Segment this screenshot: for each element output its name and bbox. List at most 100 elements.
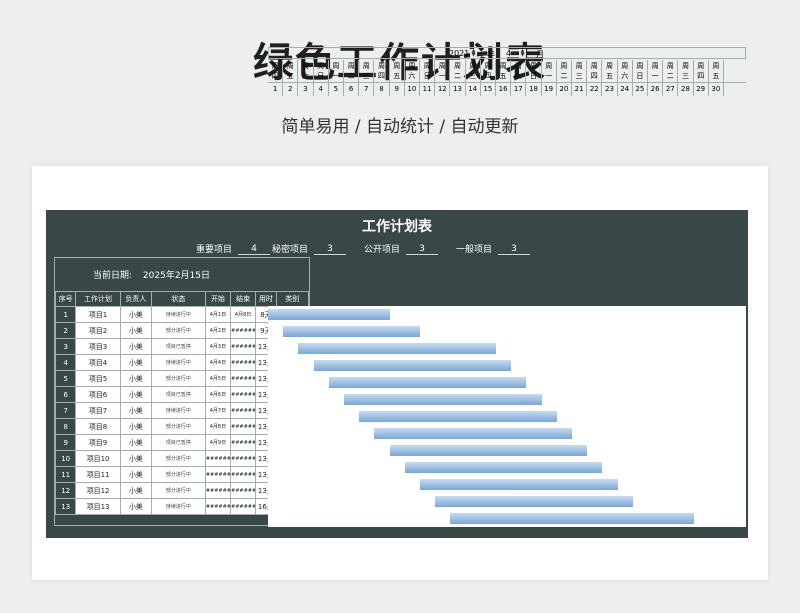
task-start[interactable]: ###### [204,450,232,467]
day-cell: 19 [542,83,557,96]
table-header: 序号 工作计划 负责人 状态 开始 结束 用时 类别 [54,291,310,307]
task-owner[interactable]: 小美 [119,434,152,451]
seq[interactable]: 9 [54,434,77,451]
task-name[interactable]: 项目4 [75,354,121,371]
task-status[interactable]: 项目已暂停 [150,338,206,355]
task-owner[interactable]: 小美 [119,354,152,371]
task-end[interactable]: ###### [230,338,257,355]
seq[interactable]: 3 [54,338,77,355]
task-start[interactable]: 4月7日 [204,402,232,419]
task-end[interactable]: ###### [230,466,257,483]
task-status[interactable]: 持续进行中 [150,402,206,419]
task-status[interactable]: 部分进行中 [150,370,206,387]
summary-value[interactable]: 3 [498,244,531,255]
task-start[interactable]: 4月5日 [204,370,232,387]
seq[interactable]: 1 [54,306,77,323]
task-name[interactable]: 项目12 [75,482,121,499]
seq[interactable]: 4 [54,354,77,371]
task-owner[interactable]: 小美 [119,370,152,387]
column-header: 类别 [275,291,310,307]
task-status[interactable]: 持续进行中 [150,306,206,323]
summary-label: 一般项目 [456,245,493,255]
seq[interactable]: 6 [54,386,77,403]
weekday-char: 四 [271,72,279,80]
summary-value[interactable]: 4 [238,244,271,255]
seq[interactable]: 8 [54,418,77,435]
task-end[interactable]: 4月8日 [230,306,257,323]
task-end[interactable]: ###### [230,498,257,515]
task-start[interactable]: 4月4日 [204,354,232,371]
day-cell: 9 [390,83,405,96]
task-start[interactable]: ###### [204,466,232,483]
task-status[interactable]: 持续进行中 [150,498,206,515]
summary-secret: 秘密项目 3 [272,242,347,255]
summary-value[interactable]: 3 [406,244,439,255]
weekday-cell: 周三 [359,60,375,82]
task-status[interactable]: 部分进行中 [150,322,206,339]
summary-value[interactable]: 3 [314,244,347,255]
year-spinner-icon[interactable]: ▲ ▼ [470,49,477,58]
task-end[interactable]: ###### [230,370,257,387]
task-start[interactable]: 4月2日 [204,322,232,339]
task-start[interactable]: 4月1日 [204,306,232,323]
seq[interactable]: 13 [54,498,77,515]
task-name[interactable]: 项目10 [75,450,121,467]
task-owner[interactable]: 小美 [119,466,152,483]
task-end[interactable]: ###### [230,450,257,467]
task-start[interactable]: 4月6日 [204,386,232,403]
seq[interactable]: 12 [54,482,77,499]
task-start[interactable]: 4月8日 [204,418,232,435]
task-name[interactable]: 项目6 [75,386,121,403]
day-cell: 4 [314,83,329,96]
task-status[interactable]: 部分进行中 [150,450,206,467]
task-end[interactable]: ###### [230,402,257,419]
task-owner[interactable]: 小美 [119,322,152,339]
task-start[interactable]: 4月3日 [204,338,232,355]
task-end[interactable]: ###### [230,322,257,339]
task-name[interactable]: 项目9 [75,434,121,451]
task-end[interactable]: ###### [230,418,257,435]
task-status[interactable]: 项目已暂停 [150,386,206,403]
task-name[interactable]: 项目2 [75,322,121,339]
task-name[interactable]: 项目1 [75,306,121,323]
task-status[interactable]: 持续进行中 [150,354,206,371]
task-name[interactable]: 项目7 [75,402,121,419]
task-start[interactable]: 4月9日 [204,434,232,451]
task-owner[interactable]: 小美 [119,498,152,515]
task-name[interactable]: 项目8 [75,418,121,435]
month-value[interactable]: 4 [506,49,511,58]
task-start[interactable]: ###### [204,498,232,515]
task-owner[interactable]: 小美 [119,386,152,403]
seq[interactable]: 7 [54,402,77,419]
task-end[interactable]: ###### [230,482,257,499]
task-name[interactable]: 项目5 [75,370,121,387]
task-status[interactable]: 部分进行中 [150,466,206,483]
task-status[interactable]: 部分进行中 [150,482,206,499]
day-row: 1 2 3 4 5 6 7 8 9 10 11 12 13 14 15 16 17 18 19 20 21 22 23 24 2… [268,82,746,96]
task-end[interactable]: ###### [230,386,257,403]
task-owner[interactable]: 小美 [119,450,152,467]
day-cell: 27 [663,83,679,96]
year-value[interactable]: 2021 [449,49,469,58]
task-owner[interactable]: 小美 [119,482,152,499]
task-owner[interactable]: 小美 [119,338,152,355]
task-start[interactable]: ###### [204,482,232,499]
task-end[interactable]: ###### [230,434,257,451]
task-owner[interactable]: 小美 [119,306,152,323]
task-name[interactable]: 项目3 [75,338,121,355]
seq[interactable]: 2 [54,322,77,339]
seq[interactable]: 10 [54,450,77,467]
task-name[interactable]: 项目13 [75,498,121,515]
task-status[interactable]: 部分进行中 [150,418,206,435]
task-end[interactable]: ###### [230,354,257,371]
seq[interactable]: 11 [54,466,77,483]
weekday-cell: 周五 [709,60,724,82]
month-spinner-icon[interactable]: ▲ ▼ [519,49,526,58]
summary-label: 公开项目 [364,245,401,255]
task-owner[interactable]: 小美 [119,402,152,419]
task-owner[interactable]: 小美 [119,418,152,435]
weekday-cell: 周二 [344,60,360,82]
task-name[interactable]: 项目11 [75,466,121,483]
seq[interactable]: 5 [54,370,77,387]
task-status[interactable]: 项目已暂停 [150,434,206,451]
